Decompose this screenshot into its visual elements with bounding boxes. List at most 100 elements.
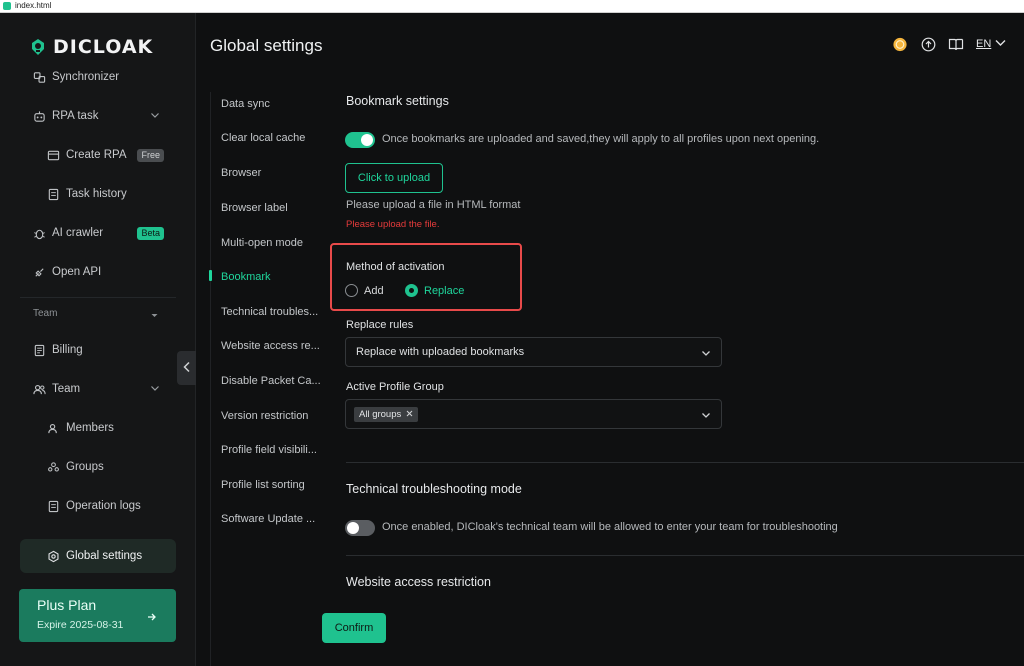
submenu-technical-troubleshooting[interactable]: Technical troubles... xyxy=(221,306,318,318)
chevron-down-icon xyxy=(701,410,711,420)
browser-tab[interactable]: index.html xyxy=(0,0,1024,13)
submenu-divider xyxy=(210,92,211,666)
sidebar-item-label: Global settings xyxy=(66,550,143,562)
submenu-active-marker xyxy=(209,270,212,281)
submenu-browser[interactable]: Browser xyxy=(221,167,261,179)
favicon-icon xyxy=(3,2,11,10)
submenu-software-update[interactable]: Software Update ... xyxy=(221,513,315,525)
rpa-icon xyxy=(32,109,46,123)
toggle-knob xyxy=(347,522,359,534)
sidebar-item-members[interactable]: Members xyxy=(20,411,176,445)
sidebar-item-label: Create RPA xyxy=(66,149,127,161)
sidebar-item-groups[interactable]: Groups xyxy=(20,450,176,484)
team-icon xyxy=(32,382,46,396)
chevron-down-icon xyxy=(995,38,1006,50)
tab-title: index.html xyxy=(15,1,52,10)
book-icon[interactable] xyxy=(948,36,964,52)
brand-logo[interactable]: DICLOAK xyxy=(29,36,153,58)
sync-icon xyxy=(32,70,46,84)
annotation-highlight-box xyxy=(330,243,522,311)
chevron-down-icon xyxy=(701,348,711,358)
create-rpa-icon xyxy=(46,148,60,162)
language-selector[interactable]: EN xyxy=(976,38,1006,50)
sidebar-item-label: Billing xyxy=(52,344,83,356)
radio-label: Add xyxy=(364,284,384,297)
team-section-label: Team xyxy=(33,308,58,319)
sidebar-item-label: Open API xyxy=(52,266,102,278)
bookmark-toggle[interactable] xyxy=(345,132,375,148)
upload-error: Please upload the file. xyxy=(346,219,440,230)
active-profile-group-label: Active Profile Group xyxy=(346,381,444,393)
member-icon xyxy=(46,421,60,435)
radio-label: Replace xyxy=(424,284,465,297)
submenu-profile-list-sorting[interactable]: Profile list sorting xyxy=(221,479,305,491)
billing-icon xyxy=(32,343,46,357)
troubleshooting-title: Technical troubleshooting mode xyxy=(346,482,522,496)
sidebar-item-global-settings[interactable]: Global settings xyxy=(20,539,176,573)
sidebar-item-ai-crawler[interactable]: AI crawler Beta xyxy=(20,216,176,250)
radio-circle-selected xyxy=(405,284,418,297)
radio-circle xyxy=(345,284,358,297)
submenu-website-access[interactable]: Website access re... xyxy=(221,340,320,352)
crawler-icon xyxy=(32,226,46,240)
plug-icon xyxy=(32,265,46,279)
sidebar-item-label: AI crawler xyxy=(52,227,104,239)
submenu-profile-field-visibility[interactable]: Profile field visibili... xyxy=(221,444,317,456)
document-icon xyxy=(46,187,60,201)
submenu-bookmark[interactable]: Bookmark xyxy=(221,271,271,283)
gear-icon xyxy=(46,549,60,563)
sidebar-item-team[interactable]: Team xyxy=(20,372,176,406)
method-of-activation-label: Method of activation xyxy=(346,261,445,273)
submenu-multi-open-mode[interactable]: Multi-open mode xyxy=(221,237,303,249)
upload-icon[interactable] xyxy=(920,36,936,52)
section-divider xyxy=(346,462,1024,463)
beta-badge: Beta xyxy=(137,226,164,240)
replace-rules-label: Replace rules xyxy=(346,319,414,331)
group-tag-label: All groups xyxy=(359,408,402,420)
submenu-clear-local-cache[interactable]: Clear local cache xyxy=(221,132,305,144)
radio-replace[interactable]: Replace xyxy=(405,284,464,297)
active-profile-group-select[interactable]: All groups xyxy=(345,399,722,429)
sidebar-item-label: Operation logs xyxy=(66,500,141,512)
sidebar-item-synchronizer[interactable]: Synchronizer xyxy=(20,60,176,94)
sidebar-item-billing[interactable]: Billing xyxy=(20,333,176,367)
dicloak-logo-icon xyxy=(29,38,47,56)
caret-down-icon[interactable] xyxy=(150,309,159,318)
upload-button[interactable]: Click to upload xyxy=(345,163,443,193)
sidebar-item-operation-logs[interactable]: Operation logs xyxy=(20,489,176,523)
website-access-title: Website access restriction xyxy=(346,575,491,589)
free-badge: Free xyxy=(137,148,164,162)
sidebar-item-task-history[interactable]: Task history xyxy=(20,177,176,211)
groups-icon xyxy=(46,460,60,474)
confirm-button[interactable]: Confirm xyxy=(322,613,386,643)
page-title: Global settings xyxy=(210,36,323,55)
sidebar-item-label: Task history xyxy=(66,188,127,200)
submenu-disable-packet-capture[interactable]: Disable Packet Ca... xyxy=(221,375,321,387)
sidebar-item-label: Members xyxy=(66,422,114,434)
sidebar-item-label: Groups xyxy=(66,461,104,473)
sidebar-item-rpa-task[interactable]: RPA task xyxy=(20,99,176,133)
group-tag: All groups xyxy=(354,406,419,422)
close-icon[interactable] xyxy=(406,409,413,420)
replace-rules-value: Replace with uploaded bookmarks xyxy=(356,346,525,358)
chevron-down-icon xyxy=(150,110,160,120)
sidebar-item-open-api[interactable]: Open API xyxy=(20,255,176,289)
plan-card[interactable]: Plus Plan Expire 2025-08-31 xyxy=(19,589,176,642)
replace-rules-select[interactable]: Replace with uploaded bookmarks xyxy=(345,337,722,367)
submenu-browser-label[interactable]: Browser label xyxy=(221,202,288,214)
sidebar-item-create-rpa[interactable]: Create RPA Free xyxy=(20,138,176,172)
submenu-data-sync[interactable]: Data sync xyxy=(221,98,270,110)
header-actions: EN xyxy=(892,36,1006,52)
radio-add[interactable]: Add xyxy=(345,284,384,297)
sidebar-item-label: RPA task xyxy=(52,110,99,122)
submenu-version-restriction[interactable]: Version restriction xyxy=(221,410,308,422)
coin-icon[interactable] xyxy=(892,36,908,52)
language-label: EN xyxy=(976,38,992,50)
bookmark-settings-title: Bookmark settings xyxy=(346,94,449,108)
troubleshooting-toggle[interactable] xyxy=(345,520,375,536)
brand-name: DICLOAK xyxy=(53,36,154,58)
troubleshooting-description: Once enabled, DICloak's technical team w… xyxy=(382,521,838,533)
collapse-sidebar-button[interactable] xyxy=(177,351,196,385)
sidebar-item-label: Team xyxy=(52,383,81,395)
upload-hint: Please upload a file in HTML format xyxy=(346,199,521,211)
